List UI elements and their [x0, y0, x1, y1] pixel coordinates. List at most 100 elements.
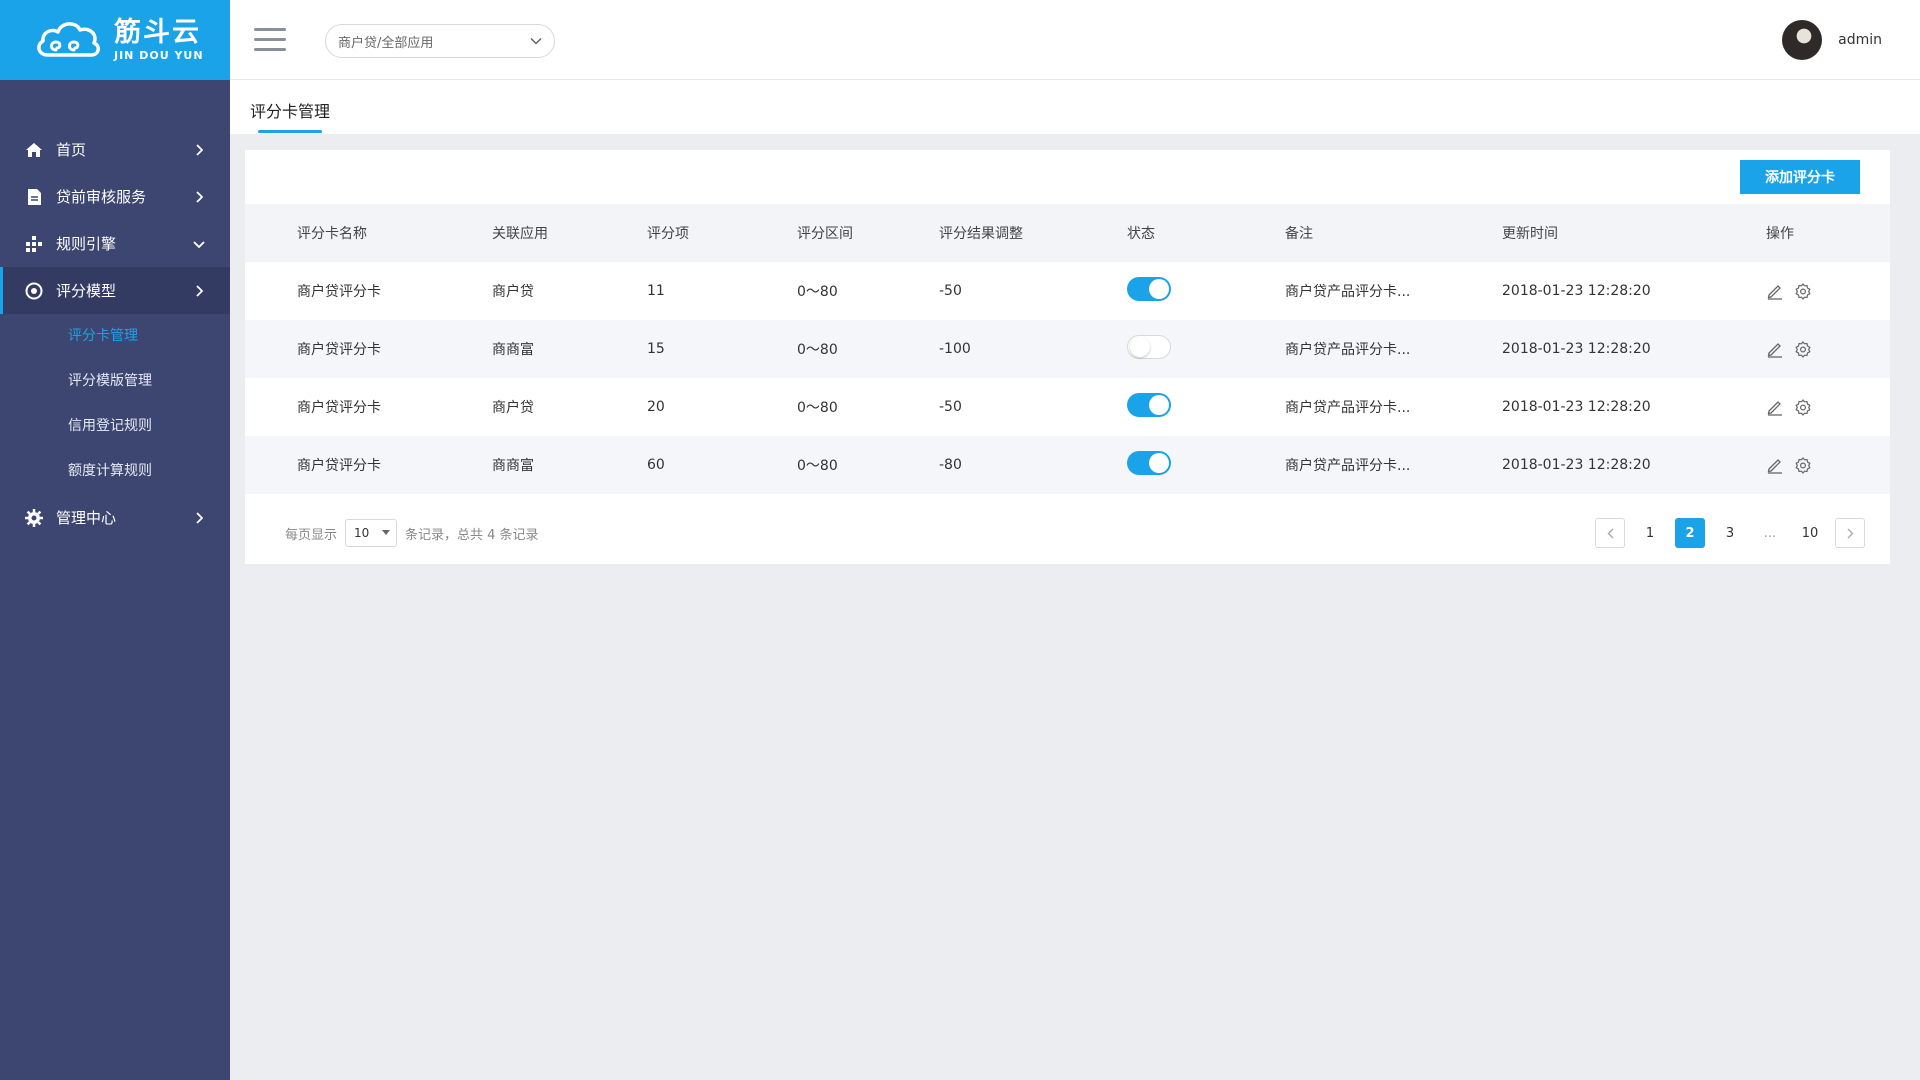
- chevron-right-icon: [192, 511, 206, 525]
- sidebar-subitem-scorecard[interactable]: 评分卡管理: [0, 314, 230, 359]
- cell-updated: 2018-01-23 12:28:20: [1502, 457, 1651, 473]
- status-toggle[interactable]: [1127, 277, 1171, 301]
- cell-range: 0～80: [797, 458, 838, 474]
- page-ellipsis: ...: [1763, 525, 1777, 541]
- settings-icon[interactable]: [1794, 282, 1812, 300]
- column-header[interactable]: 状态: [1127, 204, 1285, 262]
- column-header[interactable]: 更新时间: [1502, 204, 1766, 262]
- settings-icon[interactable]: [1794, 340, 1812, 358]
- cell-actions: [1766, 436, 1890, 494]
- sidebar-subitem-quota-rules[interactable]: 额度计算规则: [0, 449, 230, 494]
- cell-items: 11: [647, 283, 665, 299]
- column-header[interactable]: 关联应用: [492, 204, 647, 262]
- page-size-select[interactable]: 10: [345, 519, 398, 547]
- column-header[interactable]: 评分卡名称: [245, 204, 492, 262]
- cell-status: [1127, 320, 1285, 378]
- cell-updated: 2018-01-23 12:28:20: [1502, 399, 1651, 415]
- page-size-control: 每页显示 10 条记录，总共 4 条记录: [285, 519, 539, 547]
- sidebar-item-rule-engine[interactable]: 规则引擎: [0, 220, 230, 267]
- page-button-2[interactable]: 2: [1675, 518, 1705, 548]
- cell-note: 商户贷产品评分卡...: [1285, 458, 1411, 474]
- status-toggle[interactable]: [1127, 335, 1171, 359]
- sidebar-item-loan-review[interactable]: 贷前审核服务: [0, 173, 230, 220]
- hamburger-menu-icon[interactable]: [254, 28, 286, 52]
- cell-range: 0～80: [797, 342, 838, 358]
- edit-icon[interactable]: [1766, 282, 1784, 300]
- app-select-value: 商户贷/全部应用: [338, 35, 434, 51]
- record-summary: 条记录，总共 4 条记录: [405, 527, 539, 543]
- nodes-icon: [24, 234, 44, 254]
- cell-items: 20: [647, 399, 665, 415]
- chevron-right-icon: [192, 190, 206, 204]
- settings-icon[interactable]: [1794, 456, 1812, 474]
- sidebar-item-label: 贷前审核服务: [56, 188, 147, 206]
- sidebar-item-admin[interactable]: 管理中心: [0, 494, 230, 541]
- cell-app: 商商富: [492, 458, 534, 474]
- tab-scorecard-management[interactable]: 评分卡管理: [250, 98, 330, 122]
- brand-subtitle: JIN DOU YUN: [114, 49, 204, 62]
- avatar[interactable]: [1782, 20, 1823, 60]
- cell-range: 0～80: [797, 284, 838, 300]
- home-icon: [24, 140, 44, 160]
- edit-icon[interactable]: [1766, 456, 1784, 474]
- cell-items: 60: [647, 457, 665, 473]
- sidebar-subitem-credit-rules[interactable]: 信用登记规则: [0, 404, 230, 449]
- cell-app: 商商富: [492, 342, 534, 358]
- chevron-down-icon: [192, 237, 206, 251]
- cell-items: 15: [647, 341, 665, 357]
- scorecard-panel: 添加评分卡 评分卡名称 关联应用 评分项 评分区间 评分结果调整 状态 备注 更…: [245, 150, 1890, 564]
- column-header[interactable]: 评分项: [647, 204, 797, 262]
- cell-updated: 2018-01-23 12:28:20: [1502, 341, 1651, 357]
- sidebar-item-label: 评分模型: [56, 282, 117, 300]
- chevron-right-icon: [192, 284, 206, 298]
- column-header[interactable]: 评分结果调整: [939, 204, 1127, 262]
- logo[interactable]: 筋斗云 JIN DOU YUN: [0, 0, 230, 80]
- cell-updated: 2018-01-23 12:28:20: [1502, 283, 1651, 299]
- brand-name: 筋斗云: [114, 17, 201, 48]
- cell-name: 商户贷评分卡: [297, 284, 381, 300]
- cell-actions: [1766, 262, 1890, 320]
- cell-status: [1127, 262, 1285, 320]
- cell-name: 商户贷评分卡: [297, 400, 381, 416]
- chevron-down-icon: [530, 37, 542, 45]
- cell-note: 商户贷产品评分卡...: [1285, 284, 1411, 300]
- status-toggle[interactable]: [1127, 393, 1171, 417]
- sidebar-subitem-score-template[interactable]: 评分模版管理: [0, 359, 230, 404]
- app-select-dropdown[interactable]: 商户贷/全部应用: [325, 24, 555, 58]
- top-bar: 商户贷/全部应用 admin: [230, 0, 1920, 80]
- column-header[interactable]: 备注: [1285, 204, 1502, 262]
- document-icon: [24, 187, 44, 207]
- settings-icon[interactable]: [1794, 398, 1812, 416]
- edit-icon[interactable]: [1766, 398, 1784, 416]
- next-page-button[interactable]: [1835, 518, 1865, 548]
- active-tab-indicator: [258, 130, 322, 133]
- page-button-3[interactable]: 3: [1715, 518, 1745, 548]
- column-header[interactable]: 评分区间: [797, 204, 939, 262]
- sidebar-item-score-model[interactable]: 评分模型: [0, 267, 230, 314]
- table-footer: 每页显示 10 条记录，总共 4 条记录 1 2 3 ... 10: [245, 494, 1890, 564]
- panel-toolbar: 添加评分卡: [245, 150, 1890, 204]
- target-icon: [24, 281, 44, 301]
- cell-note: 商户贷产品评分卡...: [1285, 342, 1411, 358]
- user-menu[interactable]: admin: [1782, 20, 1882, 60]
- table-row: 商户贷评分卡 商户贷 20 0～80 -50 商户贷产品评分卡... 2018-…: [245, 378, 1890, 436]
- prev-page-button[interactable]: [1595, 518, 1625, 548]
- chevron-right-icon: [1847, 528, 1853, 538]
- cell-app: 商户贷: [492, 400, 534, 416]
- page-button-1[interactable]: 1: [1635, 518, 1665, 548]
- score-model-submenu: 评分卡管理 评分模版管理 信用登记规则 额度计算规则: [0, 314, 230, 494]
- page-button-last[interactable]: 10: [1795, 518, 1825, 548]
- add-scorecard-button[interactable]: 添加评分卡: [1740, 160, 1860, 194]
- page-tab-strip: 评分卡管理: [230, 80, 1920, 134]
- brand-text: 筋斗云 JIN DOU YUN: [114, 19, 204, 61]
- sidebar-item-home[interactable]: 首页: [0, 126, 230, 173]
- table-body: 商户贷评分卡 商户贷 11 0～80 -50 商户贷产品评分卡... 2018-…: [245, 262, 1890, 494]
- table-header-row: 评分卡名称 关联应用 评分项 评分区间 评分结果调整 状态 备注 更新时间 操作: [245, 204, 1890, 262]
- sidebar-menu: 首页 贷前审核服务 规则引擎 评分模型 评分卡管理 评分模版管理 信用登记规则 …: [0, 126, 230, 541]
- gear-icon: [24, 508, 44, 528]
- scorecard-table: 评分卡名称 关联应用 评分项 评分区间 评分结果调整 状态 备注 更新时间 操作…: [245, 204, 1890, 494]
- edit-icon[interactable]: [1766, 340, 1784, 358]
- table-row: 商户贷评分卡 商户贷 11 0～80 -50 商户贷产品评分卡... 2018-…: [245, 262, 1890, 320]
- status-toggle[interactable]: [1127, 451, 1171, 475]
- sidebar-item-label: 管理中心: [56, 509, 117, 527]
